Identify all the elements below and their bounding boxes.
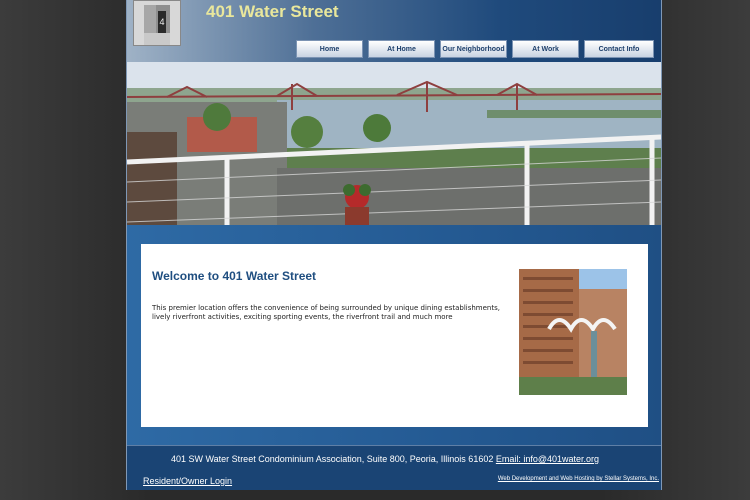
nav-at-work[interactable]: At Work	[512, 40, 579, 58]
building-tower-icon[interactable]: 4	[133, 0, 181, 46]
nav-contact-info[interactable]: Contact Info	[584, 40, 654, 58]
site-footer: 401 SW Water Street Condominium Associat…	[127, 445, 661, 490]
nav-our-neighborhood[interactable]: Our Neighborhood	[440, 40, 507, 58]
welcome-description: This premier location offers the conveni…	[152, 304, 500, 321]
welcome-heading: Welcome to 401 Water Street	[152, 269, 317, 283]
svg-text:4: 4	[159, 17, 164, 27]
content-area: Welcome to 401 Water Street This premier…	[127, 225, 661, 445]
welcome-panel: Welcome to 401 Water Street This premier…	[141, 244, 648, 427]
footer-address: 401 SW Water Street Condominium Associat…	[171, 454, 599, 464]
nav-home[interactable]: Home	[296, 40, 363, 58]
building-sculpture-photo	[519, 269, 627, 395]
river-bridge-photo	[127, 62, 661, 225]
footer-email-link[interactable]: Email: info@401water.org	[496, 454, 599, 464]
page-frame: 4 401 Water Street Home At Home Our Neig…	[126, 0, 662, 490]
site-title: 401 Water Street	[206, 2, 339, 21]
resident-owner-login-link[interactable]: Resident/Owner Login	[143, 476, 232, 486]
web-credit-link[interactable]: Web Development and Web Hosting by Stell…	[498, 476, 659, 482]
footer-address-text: 401 SW Water Street Condominium Associat…	[171, 454, 494, 464]
nav-at-home[interactable]: At Home	[368, 40, 435, 58]
site-header: 4 401 Water Street Home At Home Our Neig…	[127, 0, 661, 62]
